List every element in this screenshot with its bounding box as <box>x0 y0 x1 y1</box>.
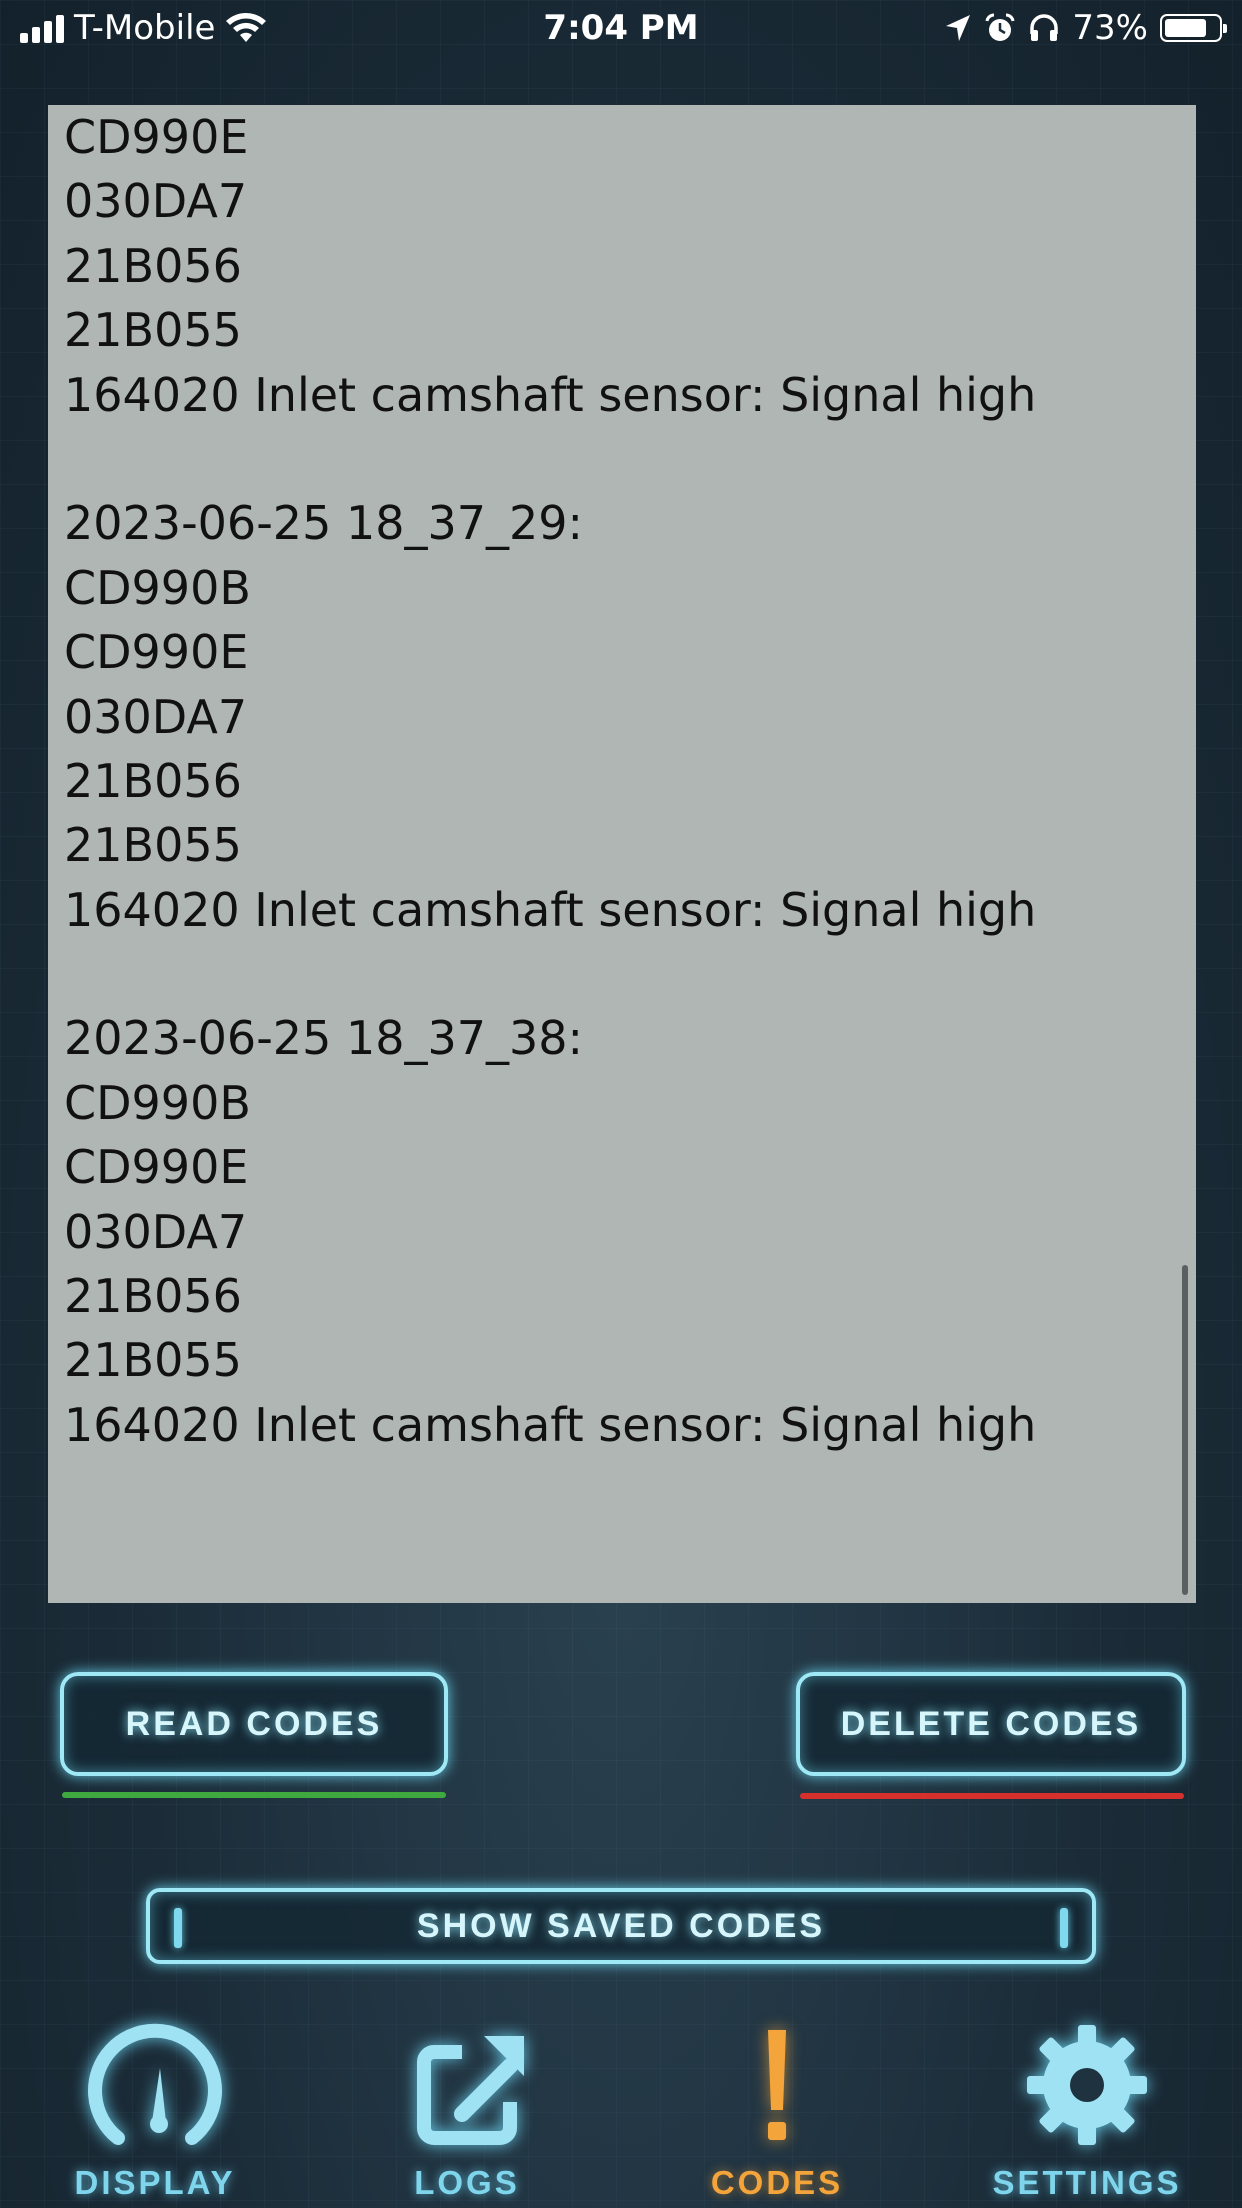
battery-icon <box>1160 14 1227 42</box>
log-line: 21B056 <box>64 238 242 293</box>
delete-codes-button[interactable]: DELETE CODES <box>796 1672 1186 1776</box>
read-codes-button[interactable]: READ CODES <box>60 1672 448 1776</box>
log-line: 030DA7 <box>64 1204 248 1259</box>
log-line: CD990E <box>64 1140 249 1195</box>
button-bracket-left <box>174 1908 182 1948</box>
exclamation-icon <box>768 2030 786 2140</box>
gear-icon <box>1027 2025 1147 2145</box>
log-line: 164020 Inlet camshaft sensor: Signal hig… <box>64 367 1037 422</box>
log-line: 2023-06-25 18_37_29: <box>64 496 584 551</box>
tab-display[interactable]: DISPLAY <box>40 2010 270 2202</box>
read-codes-underline <box>62 1792 446 1798</box>
status-bar: T-Mobile 7:04 PM 73% <box>0 0 1242 62</box>
log-line: 21B056 <box>64 753 242 808</box>
button-bracket-right <box>1060 1908 1068 1948</box>
tab-codes[interactable]: CODES <box>662 2010 892 2202</box>
tab-settings-label: SETTINGS <box>992 2164 1182 2201</box>
log-line: 164020 Inlet camshaft sensor: Signal hig… <box>64 882 1037 937</box>
log-line: 2023-06-25 18_37_38: <box>64 1011 584 1066</box>
headphones-icon <box>1030 14 1059 41</box>
tab-logs-label: LOGS <box>414 2164 520 2201</box>
scrollbar[interactable] <box>1182 1265 1188 1595</box>
log-line: 21B055 <box>64 303 242 358</box>
location-icon <box>946 15 971 41</box>
tab-display-label: DISPLAY <box>74 2164 236 2201</box>
tab-logs[interactable]: LOGS <box>352 2010 582 2202</box>
log-line: 164020 Inlet camshaft sensor: Signal hig… <box>64 1397 1037 1452</box>
codes-log-panel[interactable]: CD990E 030DA7 21B056 21B055 164020 Inlet cam… <box>48 105 1196 1603</box>
share-icon <box>417 2036 524 2145</box>
tab-codes-label: CODES <box>710 2164 844 2201</box>
codes-log-text: CD990E 030DA7 21B056 21B055 164020 Inlet cam… <box>64 105 1176 1457</box>
alarm-icon <box>985 13 1015 41</box>
tab-settings[interactable]: SETTINGS <box>972 2010 1202 2202</box>
gauge-icon <box>88 2023 222 2145</box>
status-right: 73% <box>944 8 1227 48</box>
log-line: CD990E <box>64 110 249 164</box>
log-line: CD990E <box>64 625 249 680</box>
battery-percent: 73% <box>1072 8 1148 48</box>
log-line: 030DA7 <box>64 174 248 229</box>
log-line: 030DA7 <box>64 689 248 744</box>
delete-codes-underline <box>800 1793 1184 1799</box>
log-line: CD990B <box>64 560 251 615</box>
log-line: CD990B <box>64 1075 251 1130</box>
log-line: 21B056 <box>64 1269 242 1324</box>
log-line: 21B055 <box>64 818 242 873</box>
show-saved-codes-button[interactable]: SHOW SAVED CODES <box>146 1888 1096 1964</box>
show-saved-codes-label: SHOW SAVED CODES <box>416 1906 826 1945</box>
log-line: 21B055 <box>64 1333 242 1388</box>
